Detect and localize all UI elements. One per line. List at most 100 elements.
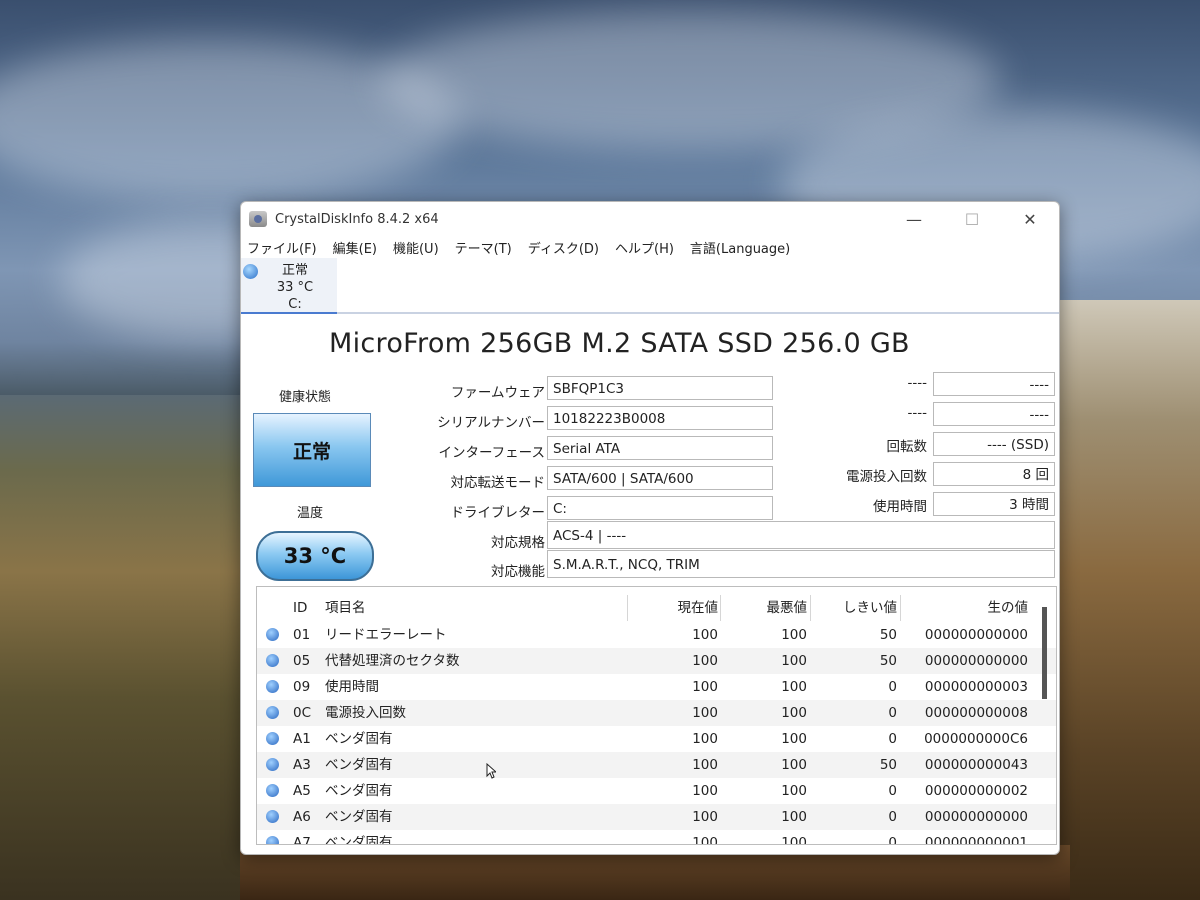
table-row[interactable]: A3 ベンダ固有 100 100 50 000000000043 xyxy=(257,752,1056,778)
health-status-button[interactable]: 正常 xyxy=(253,413,371,487)
rotation-value: ---- (SSD) xyxy=(933,432,1055,456)
row-threshold: 50 xyxy=(879,757,897,773)
header-name[interactable]: 項目名 xyxy=(325,595,625,621)
smart-header-row: ID 項目名 現在値 最悪値 しきい値 生の値 xyxy=(257,595,1056,621)
row-current: 100 xyxy=(692,627,718,643)
background-town-cliff xyxy=(1055,300,1200,900)
row-name: 電源投入回数 xyxy=(325,705,406,721)
table-row[interactable]: A6 ベンダ固有 100 100 0 000000000000 xyxy=(257,804,1056,830)
header-raw[interactable]: 生の値 xyxy=(902,595,1029,621)
firmware-label: ファームウェア xyxy=(450,385,545,401)
table-row[interactable]: 0C 電源投入回数 100 100 0 000000000008 xyxy=(257,700,1056,726)
row-threshold: 0 xyxy=(888,731,897,747)
drive-letter-label: ドライブレター xyxy=(450,505,546,521)
row-worst: 100 xyxy=(781,653,807,669)
right-value-2: ---- xyxy=(933,402,1055,426)
status-dot-icon xyxy=(266,706,279,719)
power-on-count-label: 電源投入回数 xyxy=(846,469,927,485)
status-dot-icon xyxy=(266,732,279,745)
drive-tab-c[interactable]: 正常 33 °C C: xyxy=(241,258,337,314)
drive-bar: 正常 33 °C C: xyxy=(241,258,1059,314)
window-controls: — ☐ ✕ xyxy=(885,202,1059,236)
row-current: 100 xyxy=(692,835,718,845)
menu-bar: ファイル(F) 編集(E) 機能(U) テーマ(T) ディスク(D) ヘルプ(H… xyxy=(241,236,1059,258)
menu-edit[interactable]: 編集(E) xyxy=(333,238,377,257)
transfer-mode-value: SATA/600 | SATA/600 xyxy=(547,466,773,490)
interface-label: インターフェース xyxy=(438,445,545,461)
power-on-count-value: 8 回 xyxy=(933,462,1055,486)
features-label: 対応機能 xyxy=(491,564,545,580)
features-value: S.M.A.R.T., NCQ, TRIM xyxy=(547,550,1055,578)
row-id: A1 xyxy=(293,731,311,747)
row-id: A6 xyxy=(293,809,311,825)
table-row[interactable]: A7 ベンダ固有 100 100 0 000000000001 xyxy=(257,830,1056,845)
health-label: 健康状態 xyxy=(279,390,332,405)
column-divider xyxy=(627,595,628,621)
maximize-button[interactable]: ☐ xyxy=(943,202,1001,236)
header-threshold[interactable]: しきい値 xyxy=(812,595,897,621)
row-id: 05 xyxy=(293,653,311,669)
column-divider xyxy=(720,595,721,621)
row-raw: 0000000000C6 xyxy=(924,731,1028,747)
menu-theme[interactable]: テーマ(T) xyxy=(455,238,512,257)
header-id[interactable]: ID xyxy=(293,595,319,621)
table-row[interactable]: 01 リードエラーレート 100 100 50 000000000000 xyxy=(257,622,1056,648)
title-bar[interactable]: CrystalDiskInfo 8.4.2 x64 — ☐ ✕ xyxy=(241,202,1059,236)
row-current: 100 xyxy=(692,731,718,747)
status-dot-icon xyxy=(243,264,258,279)
mouse-cursor-icon xyxy=(486,763,496,779)
menu-file[interactable]: ファイル(F) xyxy=(247,238,317,257)
row-id: A7 xyxy=(293,835,311,845)
close-button[interactable]: ✕ xyxy=(1001,202,1059,236)
column-divider xyxy=(900,595,901,621)
drive-tab-letter: C: xyxy=(288,297,302,312)
menu-disk[interactable]: ディスク(D) xyxy=(528,238,599,257)
row-id: 01 xyxy=(293,627,311,643)
smart-table-scrollbar[interactable] xyxy=(1042,607,1047,699)
row-raw: 000000000043 xyxy=(924,757,1028,773)
minimize-button[interactable]: — xyxy=(885,202,943,236)
table-row[interactable]: 05 代替処理済のセクタ数 100 100 50 000000000000 xyxy=(257,648,1056,674)
row-name: ベンダ固有 xyxy=(325,757,393,773)
row-current: 100 xyxy=(692,705,718,721)
status-dot-icon xyxy=(266,654,279,667)
header-worst[interactable]: 最悪値 xyxy=(722,595,808,621)
menu-function[interactable]: 機能(U) xyxy=(393,238,439,257)
serial-value: 10182223B0008 xyxy=(547,406,773,430)
row-threshold: 0 xyxy=(888,809,897,825)
window-title: CrystalDiskInfo 8.4.2 x64 xyxy=(275,211,439,227)
row-current: 100 xyxy=(692,783,718,799)
row-id: 09 xyxy=(293,679,311,695)
temperature-button[interactable]: 33 °C xyxy=(256,531,374,581)
row-name: リードエラーレート xyxy=(325,627,447,643)
standard-label: 対応規格 xyxy=(491,535,545,551)
table-row[interactable]: A5 ベンダ固有 100 100 0 000000000002 xyxy=(257,778,1056,804)
header-current[interactable]: 現在値 xyxy=(632,595,719,621)
row-raw: 000000000000 xyxy=(924,653,1028,669)
drive-tab-status: 正常 xyxy=(281,263,308,278)
table-row[interactable]: A1 ベンダ固有 100 100 0 0000000000C6 xyxy=(257,726,1056,752)
drive-model-title: MicroFrom 256GB M.2 SATA SSD 256.0 GB xyxy=(329,328,910,359)
menu-help[interactable]: ヘルプ(H) xyxy=(615,238,674,257)
row-name: ベンダ固有 xyxy=(325,809,393,825)
row-raw: 000000000008 xyxy=(924,705,1028,721)
row-id: 0C xyxy=(293,705,312,721)
status-dot-icon xyxy=(266,758,279,771)
row-name: ベンダ固有 xyxy=(325,731,393,747)
right-value-1: ---- xyxy=(933,372,1055,396)
drive-tab-info: 正常 33 °C C: xyxy=(265,262,325,313)
row-worst: 100 xyxy=(781,809,807,825)
menu-language[interactable]: 言語(Language) xyxy=(690,238,790,257)
row-raw: 000000000000 xyxy=(924,809,1028,825)
row-raw: 000000000001 xyxy=(924,835,1028,845)
table-row[interactable]: 09 使用時間 100 100 0 000000000003 xyxy=(257,674,1056,700)
drive-tab-temp: 33 °C xyxy=(276,280,314,295)
row-id: A5 xyxy=(293,783,311,799)
background-landscape xyxy=(0,395,260,900)
row-worst: 100 xyxy=(781,679,807,695)
app-icon xyxy=(249,211,267,227)
smart-table: ID 項目名 現在値 最悪値 しきい値 生の値 01 リードエラーレート 100… xyxy=(256,586,1057,845)
status-dot-icon xyxy=(266,784,279,797)
row-current: 100 xyxy=(692,809,718,825)
interface-value: Serial ATA xyxy=(547,436,773,460)
